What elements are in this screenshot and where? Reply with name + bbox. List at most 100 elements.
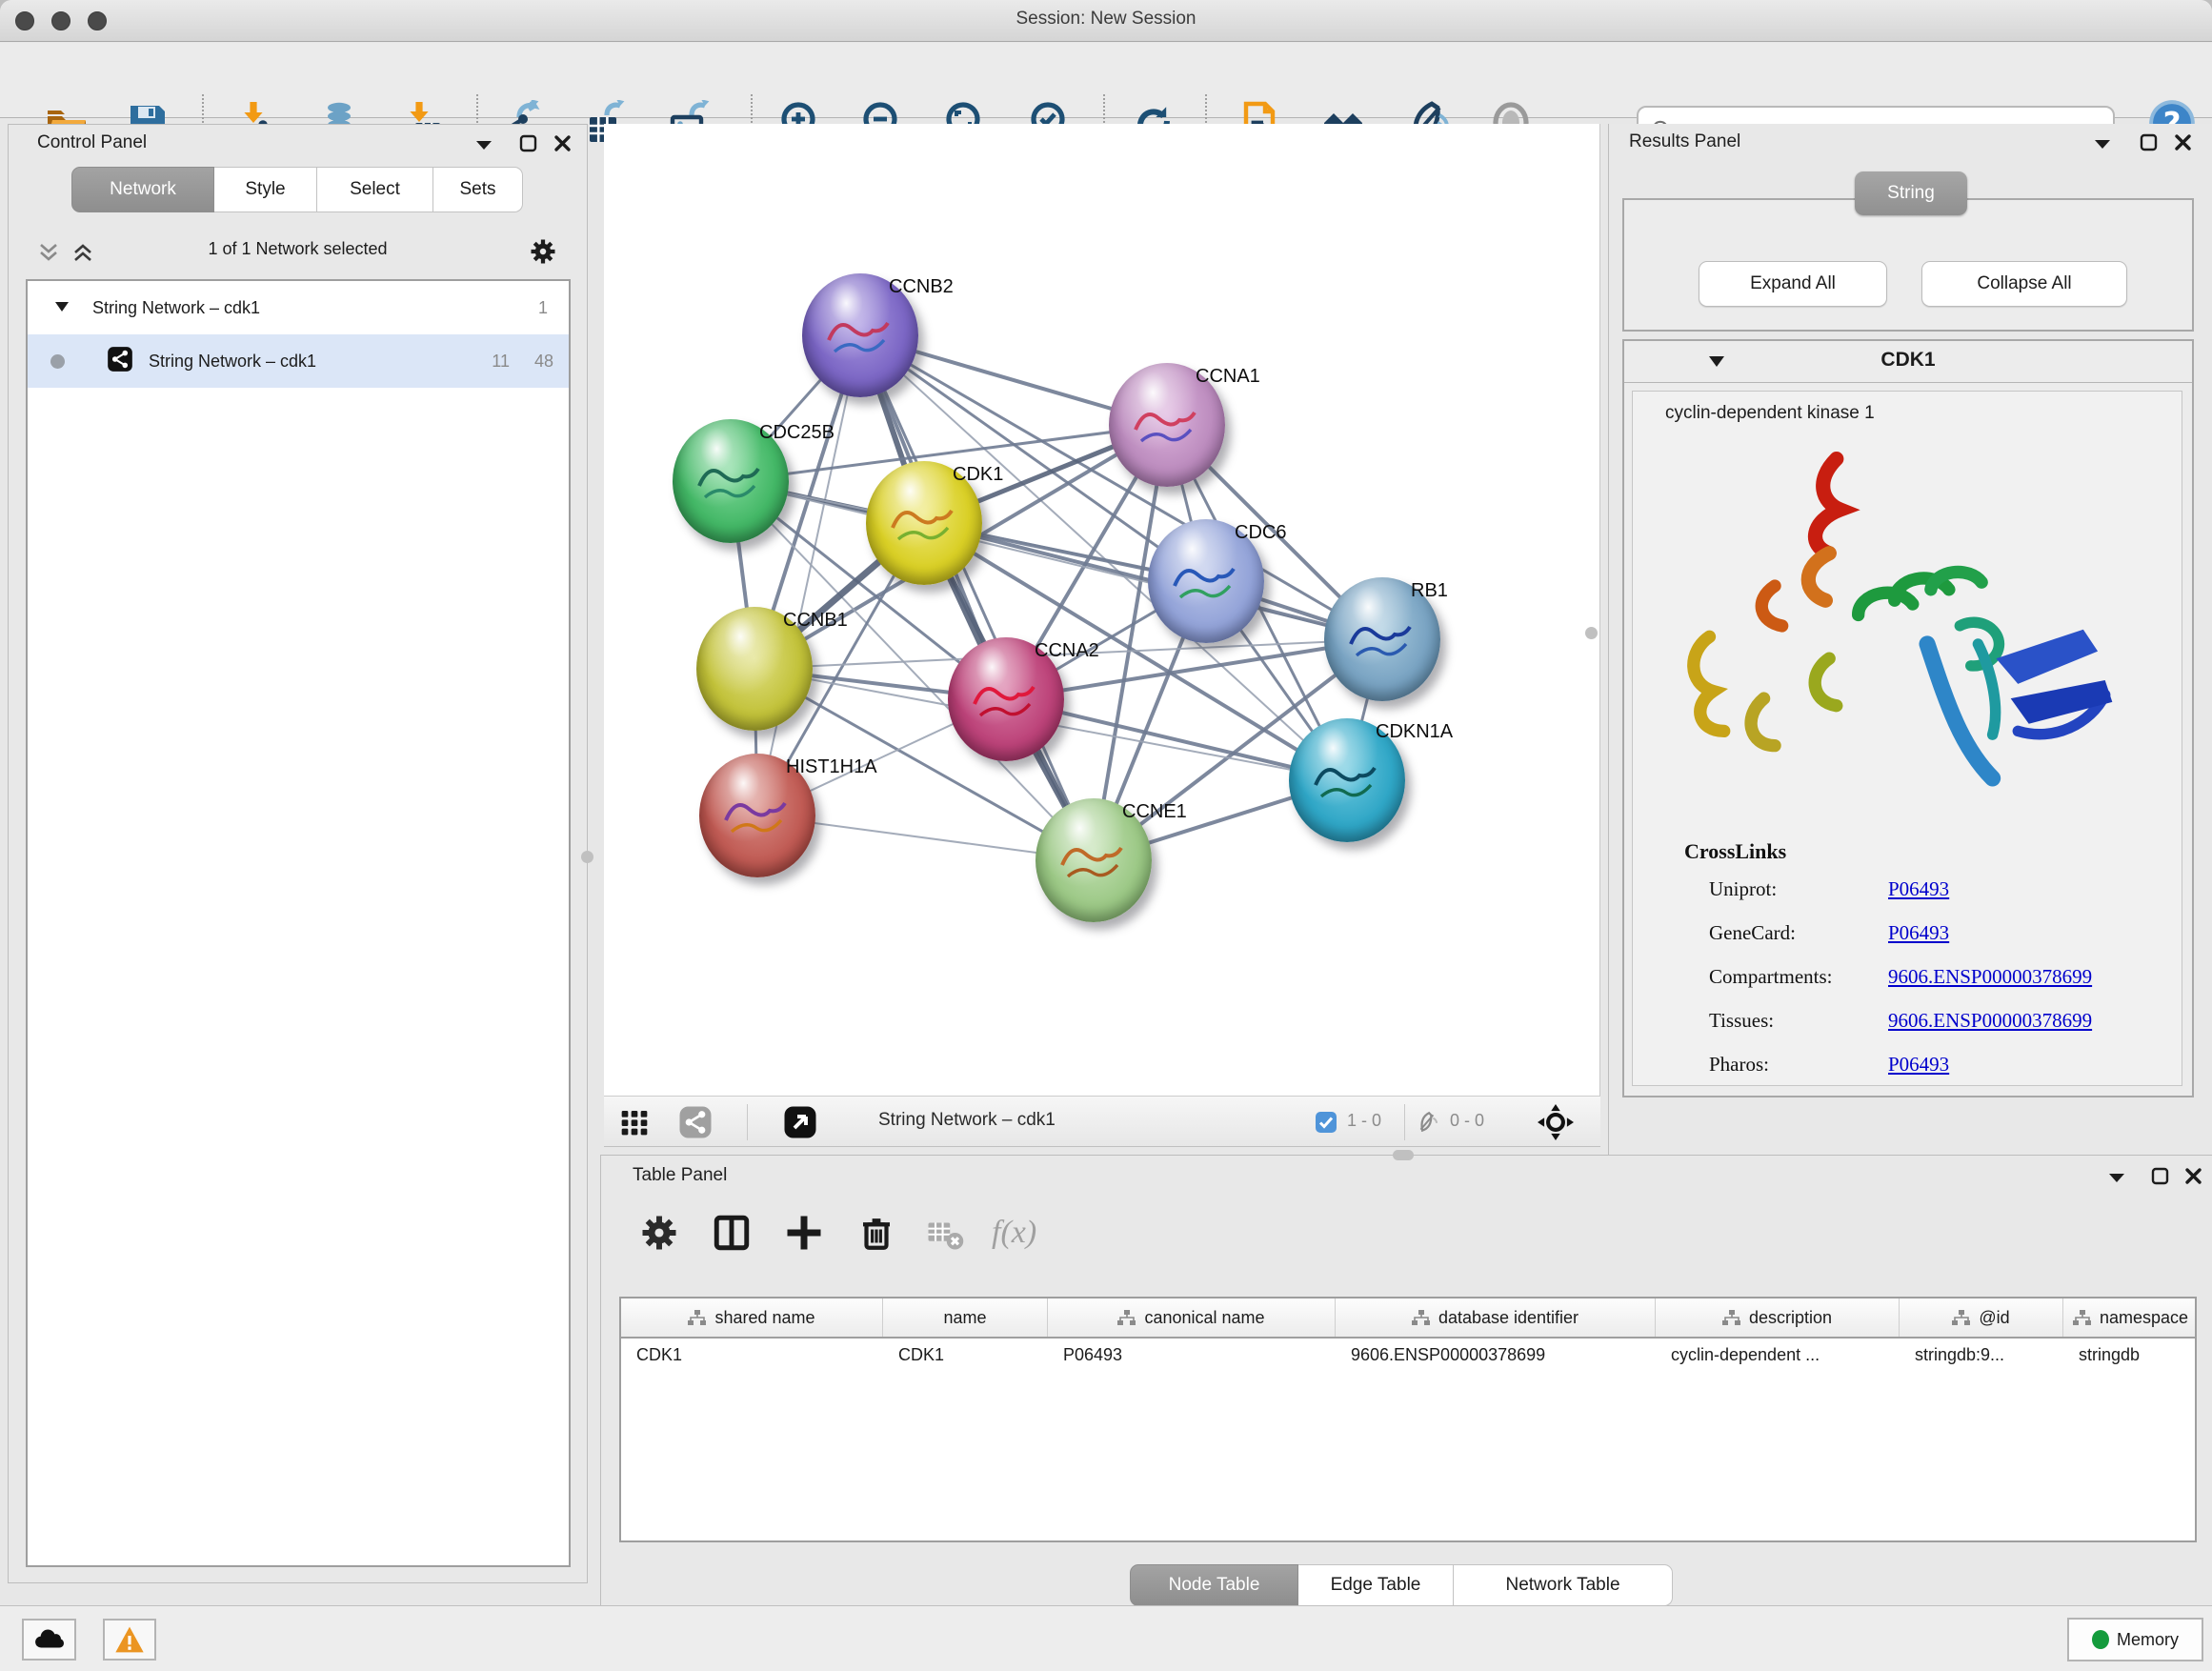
tab-node-table[interactable]: Node Table xyxy=(1130,1564,1298,1606)
titlebar: Session: New Session xyxy=(0,0,2212,42)
crosslink-label: Tissues: xyxy=(1709,1009,1774,1033)
control-panel-maximize-icon[interactable] xyxy=(519,134,538,158)
table-panel-maximize-icon[interactable] xyxy=(2151,1167,2170,1191)
namespace-tree-icon xyxy=(1952,1310,1971,1326)
table-row[interactable]: CDK1CDK1P064939606.ENSP00000378699cyclin… xyxy=(621,1339,2195,1375)
memory-button[interactable]: Memory xyxy=(2067,1618,2203,1661)
tab-select[interactable]: Select xyxy=(317,167,433,212)
protein-ribbon-art xyxy=(718,784,796,843)
protein-ribbon-art xyxy=(967,668,1045,727)
network-node-count: 11 xyxy=(492,352,510,372)
warnings-button[interactable] xyxy=(103,1619,156,1661)
namespace-tree-icon xyxy=(2073,1310,2092,1326)
view-grid-icon[interactable] xyxy=(619,1107,650,1142)
results-panel-close-icon[interactable] xyxy=(2174,133,2193,157)
cdk1-detail-card: cyclin-dependent kinase 1 xyxy=(1632,391,2182,1086)
results-tab-string[interactable]: String xyxy=(1855,171,1967,215)
expand-all-button[interactable]: Expand All xyxy=(1699,261,1887,307)
pan-crosshair-icon[interactable] xyxy=(1538,1104,1574,1145)
control-panel-title: Control Panel xyxy=(37,132,147,152)
crosslink-label: GeneCard: xyxy=(1709,921,1796,945)
view-toolbar-separator xyxy=(1404,1104,1405,1140)
results-panel-float-icon[interactable] xyxy=(2092,135,2113,157)
tab-style[interactable]: Style xyxy=(214,167,317,212)
protein-structure-image xyxy=(1652,433,2166,815)
network-options-gear-icon[interactable] xyxy=(529,237,557,271)
crosslink-label: Uniprot: xyxy=(1709,877,1777,901)
tab-network-table[interactable]: Network Table xyxy=(1454,1564,1673,1606)
network-row-selected[interactable]: String Network – cdk1 11 48 xyxy=(28,334,569,388)
warning-icon xyxy=(114,1625,145,1654)
function-builder-icon: f(x) xyxy=(992,1215,1068,1258)
table-cell[interactable]: stringdb:9... xyxy=(1900,1339,2063,1375)
table-cell[interactable]: stringdb xyxy=(2063,1339,2197,1375)
protein-ribbon-art xyxy=(1128,393,1206,453)
results-node-box: CDK1 cyclin-dependent kinase 1 xyxy=(1622,339,2194,1097)
network-edge[interactable] xyxy=(757,335,860,815)
column-header-shared-name[interactable]: shared name xyxy=(621,1299,883,1337)
column-header-namespace[interactable]: namespace xyxy=(2063,1299,2197,1337)
table-panel-title: Table Panel xyxy=(633,1165,727,1185)
collection-expand-icon[interactable] xyxy=(54,298,71,318)
app-window: Session: New Session xyxy=(0,0,2212,1671)
column-header-name[interactable]: name xyxy=(883,1299,1048,1337)
results-panel: Results Panel String Expand All Collapse… xyxy=(1608,124,2212,1168)
column-header-canonical-name[interactable]: canonical name xyxy=(1048,1299,1336,1337)
protein-ribbon-art xyxy=(821,304,899,363)
table-cell[interactable]: CDK1 xyxy=(621,1339,883,1375)
network-edge[interactable] xyxy=(860,335,1094,860)
table-panel-float-icon[interactable] xyxy=(2106,1169,2127,1191)
network-list: String Network – cdk1 1 String Network –… xyxy=(26,279,571,1567)
crosslinks-title: CrossLinks xyxy=(1684,839,1786,864)
delete-column-icon[interactable] xyxy=(856,1213,900,1257)
table-header-row: shared namenamecanonical namedatabase id… xyxy=(621,1299,2195,1339)
cdk1-section-header[interactable]: CDK1 xyxy=(1624,341,2192,383)
table-panel: Table Panel f(x) shared namenamecano xyxy=(600,1155,2212,1610)
view-string-icon[interactable] xyxy=(678,1105,713,1144)
protein-ribbon-art xyxy=(1167,550,1245,609)
table-cell[interactable]: 9606.ENSP00000378699 xyxy=(1336,1339,1656,1375)
collapse-all-button[interactable]: Collapse All xyxy=(1921,261,2127,307)
table-panel-close-icon[interactable] xyxy=(2184,1167,2203,1191)
uniprot-link[interactable]: P06493 xyxy=(1888,877,1949,901)
node-label: CDC6 xyxy=(1235,522,1286,544)
left-splitter-handle[interactable] xyxy=(581,851,593,863)
genecard-link[interactable]: P06493 xyxy=(1888,921,1949,945)
show-columns-icon[interactable] xyxy=(712,1213,755,1257)
tab-edge-table[interactable]: Edge Table xyxy=(1298,1564,1454,1606)
results-panel-maximize-icon[interactable] xyxy=(2140,133,2159,157)
tab-sets[interactable]: Sets xyxy=(433,167,523,212)
network-canvas[interactable]: CCNB2CCNA1CDC25BCDK1CDC6RB1CCNB1CCNA2CDK… xyxy=(604,124,1600,1096)
cdk1-description: cyclin-dependent kinase 1 xyxy=(1665,403,1875,424)
control-panel-tabs: Network Style Select Sets xyxy=(71,167,523,212)
column-header-description[interactable]: description xyxy=(1656,1299,1900,1337)
network-selection-summary: 1 of 1 Network selected xyxy=(9,239,587,259)
table-tabs: Node Table Edge Table Network Table xyxy=(1130,1564,1673,1606)
table-options-gear-icon[interactable] xyxy=(639,1213,683,1257)
control-panel-float-icon[interactable] xyxy=(473,136,494,158)
table-cell[interactable]: P06493 xyxy=(1048,1339,1336,1375)
table-cell[interactable]: CDK1 xyxy=(883,1339,1048,1375)
node-label: CDK1 xyxy=(953,464,1003,486)
node-label: CCNB2 xyxy=(889,276,954,298)
right-splitter-handle[interactable] xyxy=(1585,627,1598,639)
namespace-tree-icon xyxy=(688,1310,707,1326)
column-header--id[interactable]: @id xyxy=(1900,1299,2063,1337)
protein-ribbon-art xyxy=(1055,829,1133,888)
selected-checkbox-icon xyxy=(1315,1111,1337,1138)
create-column-icon[interactable] xyxy=(784,1213,828,1257)
column-header-database-identifier[interactable]: database identifier xyxy=(1336,1299,1656,1337)
namespace-tree-icon xyxy=(1117,1310,1136,1326)
network-collection-row[interactable]: String Network – cdk1 1 xyxy=(28,281,569,334)
tab-network[interactable]: Network xyxy=(71,167,214,212)
cloud-status-button[interactable] xyxy=(22,1619,76,1661)
bottom-splitter-handle[interactable] xyxy=(1393,1150,1414,1160)
birds-eye-view-icon[interactable] xyxy=(783,1105,817,1144)
node-label: HIST1H1A xyxy=(786,756,877,778)
tissues-link[interactable]: 9606.ENSP00000378699 xyxy=(1888,1009,2092,1033)
control-panel-close-icon[interactable] xyxy=(553,134,573,158)
network-row-label: String Network – cdk1 xyxy=(149,352,316,372)
table-cell[interactable]: cyclin-dependent ... xyxy=(1656,1339,1900,1375)
pharos-link[interactable]: P06493 xyxy=(1888,1053,1949,1077)
compartments-link[interactable]: 9606.ENSP00000378699 xyxy=(1888,965,2092,989)
